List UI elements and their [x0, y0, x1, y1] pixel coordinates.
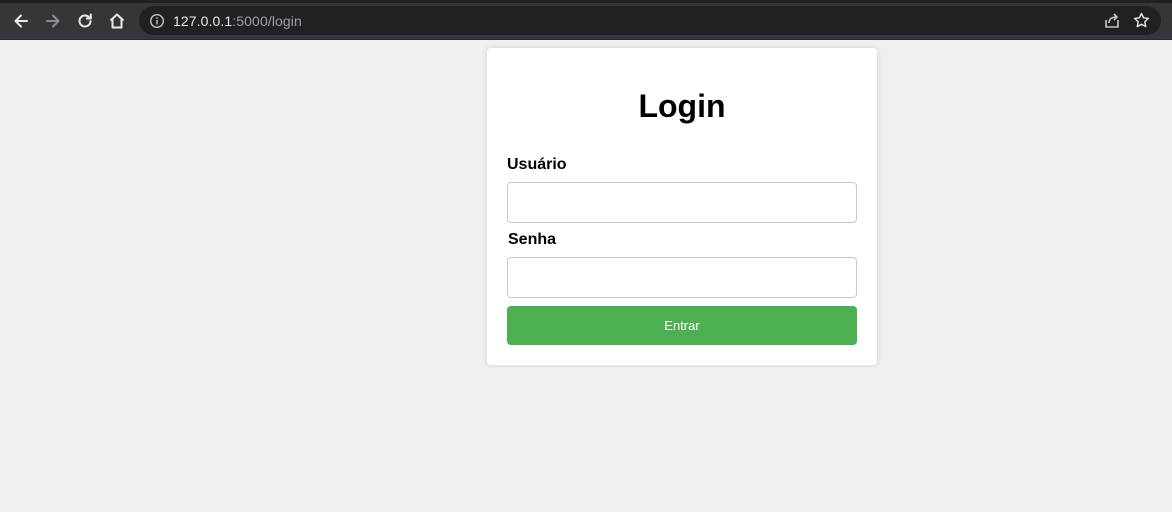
reload-icon [78, 13, 92, 28]
info-icon[interactable] [149, 13, 165, 29]
reload-button[interactable] [72, 8, 98, 34]
star-icon[interactable] [1132, 11, 1151, 30]
page-title: Login [638, 88, 726, 124]
home-button[interactable] [104, 8, 130, 34]
home-icon [109, 13, 125, 29]
password-label: Senha [508, 231, 557, 248]
share-icon[interactable] [1103, 12, 1121, 30]
browser-toolbar: 127.0.0.1:5000/login [0, 0, 1172, 40]
username-input[interactable] [507, 182, 857, 223]
url-text[interactable]: 127.0.0.1:5000/login [173, 13, 302, 29]
username-label: Usuário [507, 156, 567, 173]
submit-button[interactable]: Entrar [507, 306, 857, 345]
url-host: 127.0.0.1 [173, 13, 233, 29]
address-bar[interactable]: 127.0.0.1:5000/login [139, 6, 1161, 35]
tab-strip [0, 0, 1172, 3]
password-input[interactable] [507, 257, 857, 298]
login-card: Login Usuário Senha Entrar [487, 48, 877, 365]
forward-icon [46, 14, 60, 28]
forward-button[interactable] [40, 8, 66, 34]
url-path: :5000/login [232, 13, 302, 29]
back-button[interactable] [8, 8, 34, 34]
back-icon [14, 14, 28, 28]
